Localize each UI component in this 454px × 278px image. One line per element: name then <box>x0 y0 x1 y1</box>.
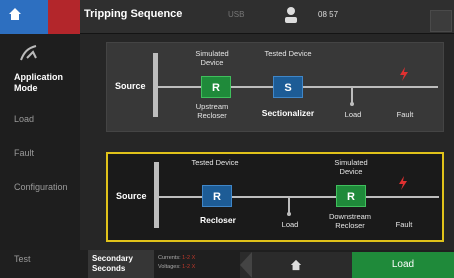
sequence-panel-recloser[interactable]: Source Tested Device R Recloser Load Sim… <box>106 152 444 242</box>
fault-bolt-icon <box>399 176 407 190</box>
clock: 08 57 <box>318 10 339 19</box>
sidebar-item-fault[interactable]: Fault <box>14 148 34 159</box>
busbar <box>153 53 158 117</box>
sidebar-item-configuration[interactable]: Configuration <box>14 182 68 193</box>
device1-top-label: Tested Device <box>191 158 239 167</box>
sectionalizer-box[interactable]: S <box>273 76 303 98</box>
home-button[interactable] <box>240 252 352 278</box>
sidebar-item-load[interactable]: Load <box>14 114 34 125</box>
load-arrow-icon <box>350 102 354 106</box>
downstream-recloser-box[interactable]: R <box>336 185 366 207</box>
source-label: Source <box>115 81 146 91</box>
window-button[interactable] <box>430 10 452 32</box>
load-drop <box>288 197 290 213</box>
load-button[interactable]: Load <box>352 252 454 278</box>
readouts: Currents: 1-2 X Voltages: 1-2 X <box>158 254 195 272</box>
device2-bottom-label: Sectionalizer <box>261 108 315 118</box>
device2-bottom-label: Downstream Recloser <box>328 212 372 230</box>
load-arrow-icon <box>287 212 291 216</box>
screen: Tripping Sequence USB 08 57 Application … <box>0 0 454 278</box>
line <box>159 196 439 198</box>
upstream-recloser-box[interactable]: R <box>201 76 231 98</box>
sequence-panel-sectionalizer[interactable]: Source Simulated Device R Upstream Reclo… <box>106 42 444 132</box>
load-label: Load <box>281 220 299 229</box>
voltages-label: Voltages: <box>158 264 181 270</box>
fault-label: Fault <box>396 110 414 119</box>
home-icon <box>9 8 21 20</box>
tested-recloser-box[interactable]: R <box>202 185 232 207</box>
sidebar-item-application-mode[interactable]: Application Mode <box>14 72 80 94</box>
device2-top-label: Tested Device <box>264 49 312 58</box>
fault-label: Fault <box>395 220 413 229</box>
home-icon <box>290 259 302 271</box>
top-bar: Tripping Sequence USB 08 57 <box>0 0 454 34</box>
device1-top-label: Simulated Device <box>195 49 229 67</box>
device1-bottom-label: Recloser <box>200 215 236 225</box>
secondary-seconds-label: Secondary Seconds <box>92 254 133 273</box>
voltages-value: 1-2 X <box>182 264 196 270</box>
device1-bottom-label: Upstream Recloser <box>195 102 229 120</box>
page-title: Tripping Sequence <box>84 8 183 20</box>
user-icon[interactable] <box>282 5 300 25</box>
sidebar: Application Mode Load Fault Configuratio… <box>0 34 80 278</box>
home-tab[interactable] <box>0 0 80 34</box>
device2-top-label: Simulated Device <box>334 158 368 176</box>
logo-icon <box>20 45 37 61</box>
currents-label: Currents: <box>158 255 181 261</box>
load-label: Load <box>344 110 362 119</box>
fault-bolt-icon <box>400 67 408 81</box>
back-arrow-icon <box>240 252 252 278</box>
currents-value: 1-2 X <box>182 255 196 261</box>
secondary-seconds-box[interactable]: Secondary Seconds <box>88 250 154 278</box>
usb-status: USB <box>228 10 245 19</box>
busbar <box>154 162 159 228</box>
source-label: Source <box>116 191 147 201</box>
sidebar-item-test[interactable]: Test <box>14 254 31 264</box>
load-drop <box>351 87 353 103</box>
